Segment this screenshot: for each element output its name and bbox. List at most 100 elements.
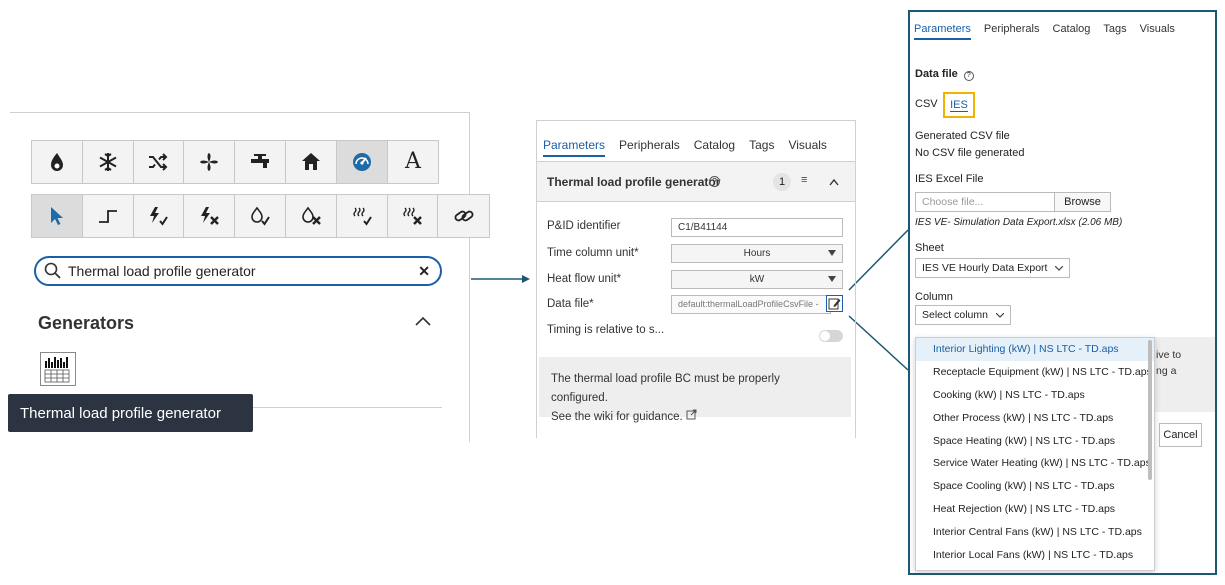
data-file-heading: Data file ? (915, 68, 974, 81)
browse-button[interactable]: Browse (1054, 193, 1110, 211)
tab-visuals[interactable]: Visuals (788, 138, 826, 157)
config-note: The thermal load profile BC must be prop… (539, 357, 851, 423)
flame-icon[interactable] (32, 141, 83, 183)
chevron-up-icon[interactable] (414, 315, 432, 327)
time-unit-label: Time column unit* (547, 247, 639, 259)
home-icon[interactable] (285, 141, 337, 183)
count-badge: 1 (773, 173, 791, 191)
library-right-border (469, 112, 470, 442)
library-search[interactable]: Thermal load profile generator ✕ (34, 256, 442, 286)
category-toolbar: A (31, 140, 440, 184)
tab-peripherals[interactable]: Peripherals (619, 138, 680, 157)
fan-icon[interactable] (184, 141, 236, 183)
parameters-panel: Parameters Peripherals Catalog Tags Visu… (536, 120, 856, 438)
section-header[interactable]: Thermal load profile generator ? 1 ≡ (537, 162, 855, 202)
flame-x-icon[interactable] (285, 195, 337, 237)
data-file-input[interactable]: default:thermalLoadProfileCsvFile - (671, 295, 831, 314)
column-option[interactable]: Receptacle Equipment (kW) | NS LTC - TD.… (916, 361, 1154, 384)
choose-file-placeholder: Choose file... (922, 196, 984, 208)
power-check-icon[interactable] (133, 195, 185, 237)
column-value: Select column (922, 309, 988, 321)
column-select[interactable]: Select column (915, 305, 1011, 325)
search-input[interactable]: Thermal load profile generator (68, 263, 418, 279)
tab-parameters[interactable]: Parameters (543, 138, 606, 157)
cancel-button[interactable]: Cancel (1159, 423, 1202, 447)
caret-down-icon (828, 250, 836, 256)
column-dropdown: Interior Lighting (kW) | NS LTC - TD.aps… (915, 337, 1155, 571)
time-unit-select[interactable]: Hours (671, 244, 843, 263)
obscured-text-2: ng a (1156, 365, 1177, 377)
generated-csv-label: Generated CSV file (915, 130, 1010, 142)
sheet-value: IES VE Hourly Data Export (922, 262, 1048, 274)
pid-label: P&ID identifier (547, 220, 621, 232)
tab-catalog[interactable]: Catalog (1053, 23, 1091, 40)
tab-tags[interactable]: Tags (749, 138, 774, 157)
timing-label: Timing is relative to s... (547, 324, 665, 336)
ies-excel-file-input[interactable]: Choose file... Browse (915, 192, 1111, 212)
column-option[interactable]: Interior Lighting (kW) | NS LTC - TD.aps (916, 338, 1154, 361)
link-icon[interactable] (438, 195, 490, 237)
column-option[interactable]: Heat Rejection (kW) | NS LTC - TD.aps (916, 498, 1154, 521)
heat-unit-select[interactable]: kW (671, 270, 843, 289)
column-label: Column (915, 291, 953, 303)
letter-a-icon[interactable]: A (387, 141, 439, 183)
external-link-icon[interactable] (686, 409, 697, 420)
tab-visuals[interactable]: Visuals (1140, 23, 1175, 40)
library-top-border (10, 112, 470, 113)
tooltip: Thermal load profile generator (8, 394, 253, 432)
heat-unit-value: kW (749, 274, 765, 285)
gauge-icon[interactable] (336, 141, 388, 183)
column-option[interactable]: Interior Local Fans (kW) | NS LTC - TD.a… (916, 544, 1154, 567)
tab-tags[interactable]: Tags (1103, 23, 1126, 40)
tab-parameters[interactable]: Parameters (914, 23, 971, 40)
parameters-tabs: Parameters Peripherals Catalog Tags Visu… (543, 138, 827, 157)
section-title: Thermal load profile generator (547, 175, 721, 189)
power-x-icon[interactable] (184, 195, 236, 237)
edit-icon (828, 298, 841, 310)
snowflake-icon[interactable] (82, 141, 134, 183)
column-option[interactable]: Space Cooling (kW) | NS LTC - TD.aps (916, 475, 1154, 498)
data-file-panel: Parameters Peripherals Catalog Tags Visu… (908, 10, 1217, 575)
data-file-label: Data file* (547, 298, 594, 310)
column-option[interactable]: Cooking (kW) | NS LTC - TD.aps (916, 384, 1154, 407)
list-icon[interactable]: ≡ (801, 174, 807, 186)
dropdown-scrollbar[interactable] (1148, 340, 1152, 480)
data-file-tabs: Parameters Peripherals Catalog Tags Visu… (914, 23, 1175, 40)
library-panel: A Thermal load profile generator ✕ Gener… (8, 112, 491, 442)
info-icon[interactable]: ? (709, 176, 720, 187)
faucet-icon[interactable] (235, 141, 286, 183)
letter-a-glyph: A (405, 149, 421, 174)
note-line-1: The thermal load profile BC must be prop… (551, 373, 780, 404)
info-icon[interactable]: ? (963, 71, 974, 81)
column-option[interactable]: Other Process (kW) | NS LTC - TD.aps (916, 407, 1154, 430)
pointer-icon[interactable] (32, 195, 83, 237)
note-line-2: See the wiki for guidance. (551, 408, 839, 427)
column-option[interactable]: Space Heating (kW) | NS LTC - TD.aps (916, 430, 1154, 453)
chevron-up-icon[interactable] (829, 178, 839, 186)
obscured-text-1: ive to (1156, 349, 1182, 361)
wiki-link[interactable]: See the wiki for guidance. (551, 411, 683, 423)
sheet-select[interactable]: IES VE Hourly Data Export (915, 258, 1071, 278)
column-option[interactable]: Service Water Heating (kW) | NS LTC - TD… (916, 452, 1154, 475)
ies-option[interactable]: IES (943, 92, 975, 118)
tab-catalog[interactable]: Catalog (694, 138, 735, 157)
csv-option[interactable]: CSV (915, 98, 938, 110)
heat-unit-label: Heat flow unit* (547, 273, 622, 285)
heat-x-icon[interactable] (387, 195, 439, 237)
thermal-load-profile-generator-icon[interactable] (40, 352, 76, 386)
pid-input[interactable]: C1/B41144 (671, 218, 843, 237)
tab-peripherals[interactable]: Peripherals (984, 23, 1040, 40)
timing-toggle[interactable] (819, 330, 843, 342)
element-toolbar (31, 194, 491, 238)
shuffle-icon[interactable] (133, 141, 185, 183)
edit-data-file-button[interactable] (826, 295, 843, 312)
heat-check-icon[interactable] (336, 195, 388, 237)
generated-csv-value: No CSV file generated (915, 147, 1025, 159)
clear-search-icon[interactable]: ✕ (418, 263, 430, 280)
column-option[interactable]: Interior Central Fans (kW) | NS LTC - TD… (916, 521, 1154, 544)
data-file-heading-text: Data file (915, 68, 958, 80)
flame-check-icon[interactable] (235, 195, 286, 237)
caret-down-icon (828, 276, 836, 282)
caret-down-icon (1055, 266, 1064, 271)
step-line-icon[interactable] (82, 195, 134, 237)
